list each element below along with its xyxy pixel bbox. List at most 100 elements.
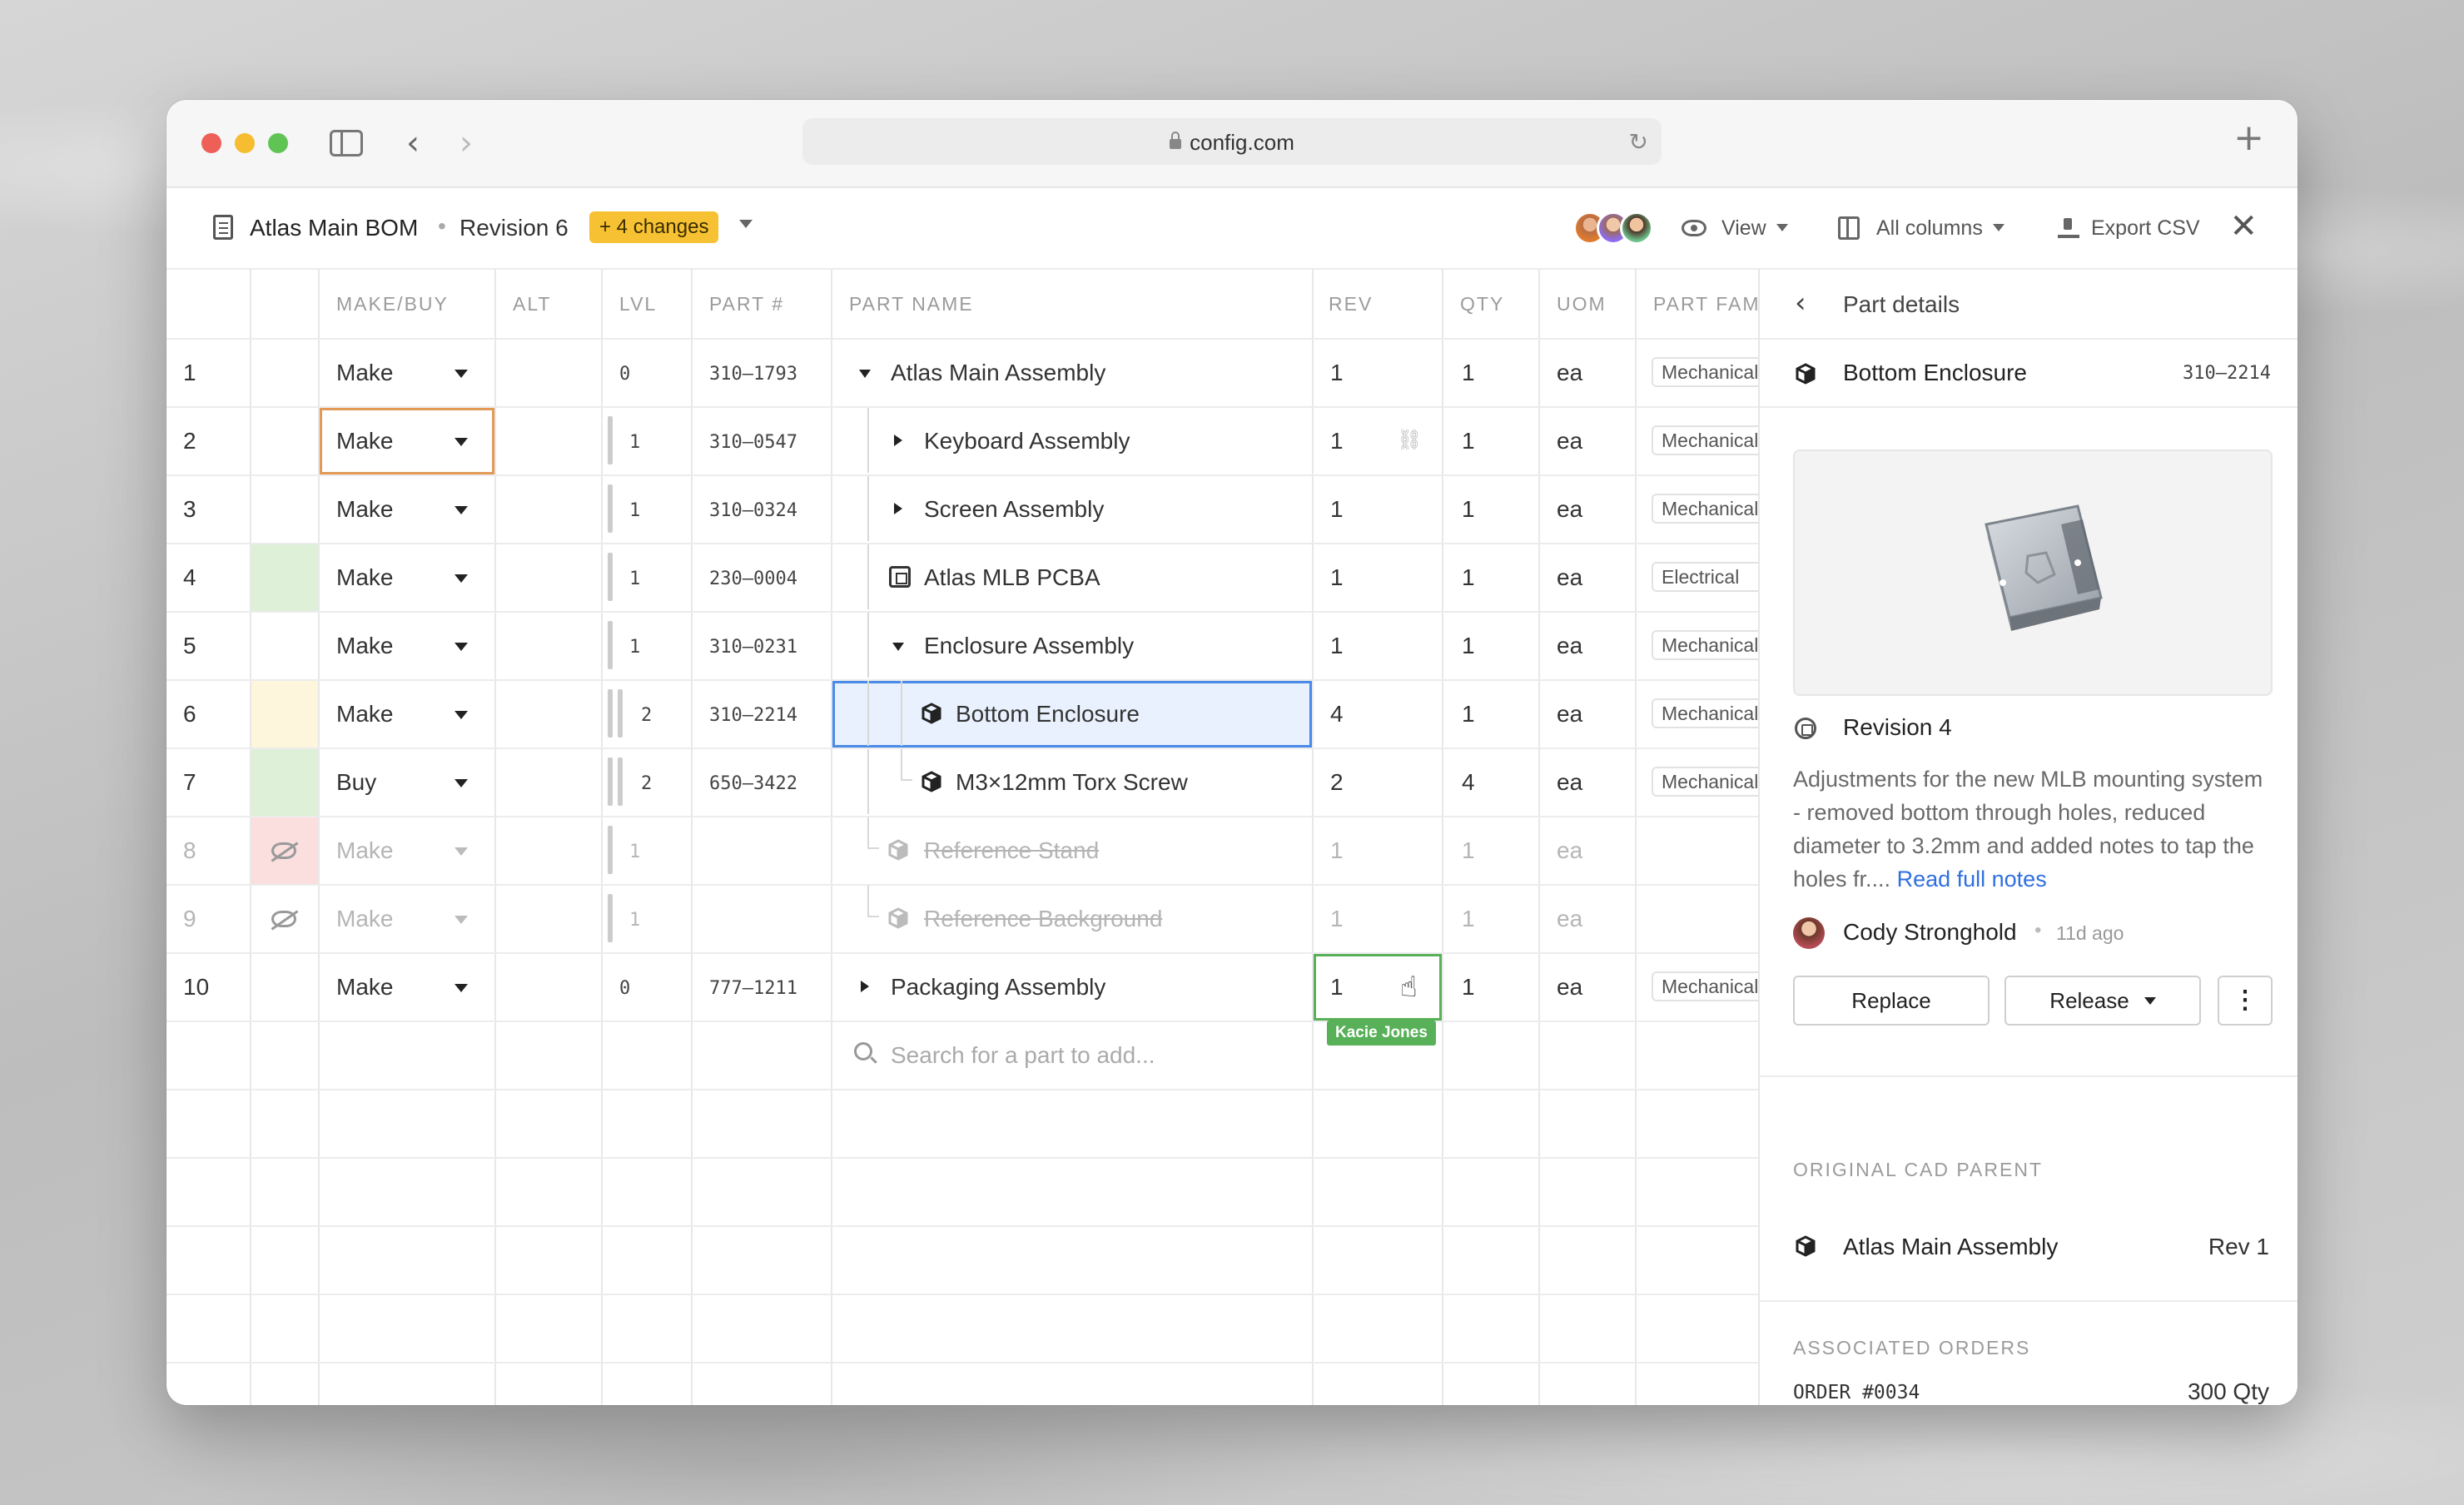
expand-triangle-icon[interactable] — [861, 981, 869, 992]
address-bar[interactable]: config.com ↻ — [802, 118, 1662, 165]
columns-menu-button[interactable]: All columns — [1876, 216, 2004, 241]
changes-badge[interactable]: + 4 changes — [589, 211, 719, 243]
qty-value[interactable]: 1 — [1462, 564, 1475, 591]
avatar[interactable] — [1793, 917, 1825, 949]
rev-value[interactable]: 1 — [1330, 496, 1344, 523]
make-buy-select[interactable]: Make — [336, 701, 393, 728]
chevron-down-icon[interactable] — [455, 370, 468, 378]
qty-value[interactable]: 1 — [1462, 974, 1475, 1001]
rev-value[interactable]: 1 — [1330, 974, 1344, 1001]
column-header-uom[interactable]: UOM — [1557, 293, 1607, 315]
qty-value[interactable]: 1 — [1462, 496, 1475, 523]
view-menu-button[interactable]: View — [1721, 216, 1788, 241]
rev-value[interactable]: 1 — [1330, 906, 1344, 932]
level-indent-bar — [618, 689, 623, 738]
qty-value[interactable]: 4 — [1462, 769, 1475, 796]
column-header-rev[interactable]: REV — [1329, 293, 1373, 315]
row-number: 9 — [183, 906, 196, 931]
chevron-down-icon[interactable] — [455, 438, 468, 446]
part-name[interactable]: Bottom Enclosure — [956, 701, 1140, 728]
rev-value[interactable]: 1 — [1330, 428, 1344, 454]
part-name[interactable]: Atlas Main Assembly — [891, 360, 1105, 386]
chevron-down-icon[interactable] — [455, 506, 468, 514]
column-header-qty[interactable]: QTY — [1460, 293, 1504, 315]
make-buy-select[interactable]: Make — [336, 974, 393, 1001]
qty-value[interactable]: 1 — [1462, 837, 1475, 864]
make-buy-select[interactable]: Make — [336, 428, 393, 454]
part-name[interactable]: Screen Assembly — [924, 496, 1104, 523]
part-name[interactable]: Reference Background — [924, 906, 1162, 932]
level-value: 1 — [629, 500, 641, 521]
back-chevron-icon[interactable]: ‹ — [1795, 286, 1806, 320]
qty-value[interactable]: 1 — [1462, 906, 1475, 932]
make-buy-select[interactable]: Make — [336, 633, 393, 659]
close-icon[interactable]: ✕ — [2229, 208, 2258, 245]
add-part-search-input[interactable]: Search for a part to add... — [891, 1042, 1155, 1069]
chevron-down-icon[interactable] — [455, 916, 468, 924]
collapse-triangle-icon[interactable] — [892, 643, 904, 651]
back-arrow-icon[interactable]: ‹ — [406, 127, 420, 160]
link-icon[interactable]: ⛓ — [1397, 428, 1422, 451]
close-window-button[interactable] — [201, 133, 221, 153]
part-preview-image[interactable] — [1793, 450, 2273, 696]
replace-button[interactable]: Replace — [1793, 976, 1990, 1026]
chevron-down-icon[interactable] — [455, 984, 468, 992]
chevron-down-icon[interactable] — [455, 643, 468, 651]
part-name[interactable]: Reference Stand — [924, 837, 1099, 864]
export-csv-button[interactable]: Export CSV — [2091, 216, 2200, 241]
release-button[interactable]: Release — [2004, 976, 2201, 1026]
part-name[interactable]: Enclosure Assembly — [924, 633, 1134, 659]
part-name[interactable]: Keyboard Assembly — [924, 428, 1130, 454]
rev-value[interactable]: 1 — [1330, 837, 1344, 864]
column-header-lvl[interactable]: LVL — [619, 293, 657, 315]
qty-value[interactable]: 1 — [1462, 428, 1475, 454]
eye-off-icon[interactable] — [271, 911, 296, 927]
part-name[interactable]: M3×12mm Torx Screw — [956, 769, 1188, 796]
qty-value[interactable]: 1 — [1462, 360, 1475, 386]
more-options-button[interactable]: ⋮ — [2218, 976, 2273, 1026]
part-name[interactable]: Packaging Assembly — [891, 974, 1105, 1001]
cad-parent-name[interactable]: Atlas Main Assembly — [1843, 1234, 2058, 1260]
part-name[interactable]: Atlas MLB PCBA — [924, 564, 1100, 591]
make-buy-select[interactable]: Buy — [336, 769, 376, 796]
new-tab-icon[interactable]: + — [2233, 120, 2264, 156]
make-buy-select[interactable]: Make — [336, 496, 393, 523]
column-header-alt[interactable]: ALT — [513, 293, 551, 315]
avatar[interactable] — [1620, 211, 1653, 245]
search-icon — [854, 1042, 872, 1060]
read-full-notes-link[interactable]: Read full notes — [1897, 867, 2047, 892]
sidebar-toggle-icon[interactable] — [330, 130, 363, 156]
chevron-down-icon[interactable] — [455, 574, 468, 583]
qty-value[interactable]: 1 — [1462, 701, 1475, 728]
qty-value[interactable]: 1 — [1462, 633, 1475, 659]
expand-triangle-icon[interactable] — [894, 503, 902, 514]
release-label: Release — [2049, 988, 2129, 1013]
rev-value[interactable]: 2 — [1330, 769, 1344, 796]
column-header-make-buy[interactable]: MAKE/BUY — [336, 293, 449, 315]
order-id[interactable]: ORDER #0034 — [1793, 1382, 1920, 1403]
make-buy-select[interactable]: Make — [336, 906, 393, 932]
rev-value[interactable]: 1 — [1330, 564, 1344, 591]
collapse-triangle-icon[interactable] — [859, 370, 871, 378]
expand-triangle-icon[interactable] — [894, 435, 902, 446]
chevron-down-icon[interactable] — [455, 779, 468, 787]
minimize-window-button[interactable] — [235, 133, 255, 153]
make-buy-select[interactable]: Make — [336, 564, 393, 591]
column-header-part-number[interactable]: PART # — [709, 293, 784, 315]
column-header-part-name[interactable]: PART NAME — [849, 293, 974, 315]
column-header-part-family[interactable]: PART FAM — [1653, 293, 1760, 315]
eye-off-icon[interactable] — [271, 842, 296, 859]
rev-value[interactable]: 1 — [1330, 633, 1344, 659]
chevron-down-icon[interactable] — [455, 847, 468, 856]
chevron-down-icon[interactable] — [739, 220, 753, 228]
zoom-window-button[interactable] — [268, 133, 288, 153]
level-indent-bar — [608, 826, 613, 874]
rev-value[interactable]: 1 — [1330, 360, 1344, 386]
make-buy-select[interactable]: Make — [336, 360, 393, 386]
rev-value[interactable]: 4 — [1330, 701, 1344, 728]
chevron-down-icon[interactable] — [455, 711, 468, 719]
forward-arrow-icon[interactable]: › — [460, 127, 473, 160]
part-details-panel: ‹ Part details Bottom Enclosure 310–2214 — [1758, 270, 2298, 1405]
make-buy-select[interactable]: Make — [336, 837, 393, 864]
reload-icon[interactable]: ↻ — [1629, 128, 1648, 156]
